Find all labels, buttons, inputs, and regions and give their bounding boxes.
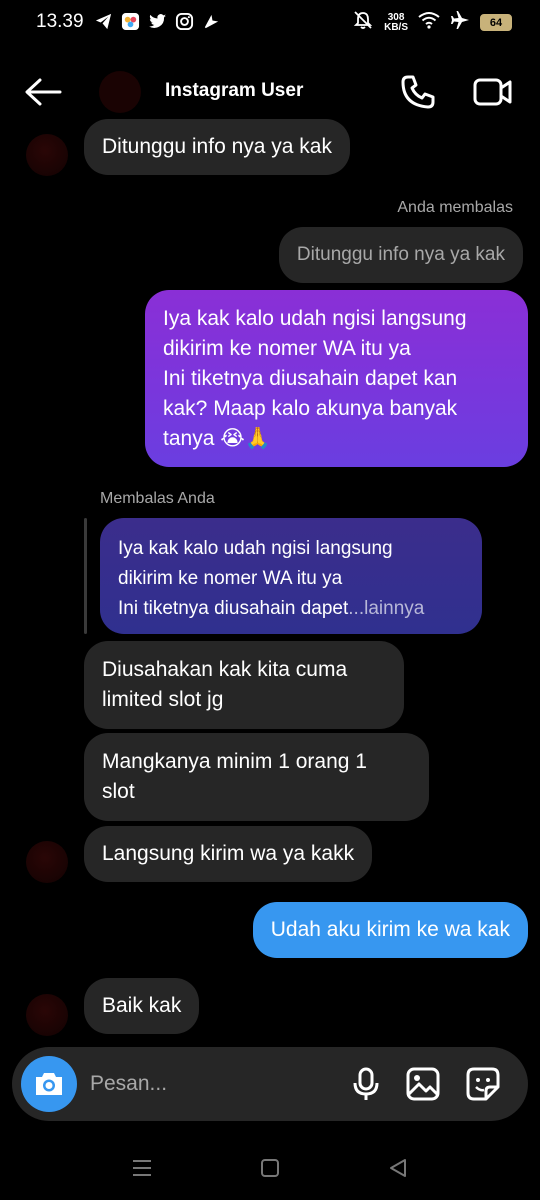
back-triangle-icon <box>390 1159 406 1177</box>
status-time: 13.39 <box>36 11 84 32</box>
reply-label: Anda membalas <box>397 199 513 216</box>
reply-indicator-line <box>84 518 87 634</box>
shortcut-app-icon <box>202 12 221 31</box>
sticker-button[interactable] <box>465 1066 501 1102</box>
reply-label: Membalas Anda <box>100 490 215 507</box>
message-bubble-incoming[interactable]: Baik kak <box>84 978 200 1034</box>
contact-avatar[interactable] <box>99 71 141 113</box>
airplane-icon <box>450 10 470 35</box>
see-more-link[interactable]: ...lainnya <box>348 598 424 619</box>
audio-call-button[interactable] <box>398 72 438 112</box>
message-input[interactable] <box>90 1069 330 1099</box>
replied-message-preview[interactable]: Ditunggu info nya ya kak <box>278 227 523 283</box>
message-bubble-outgoing[interactable]: Iya kak kalo udah ngisi langsung dikirim… <box>145 290 528 467</box>
camera-button[interactable] <box>21 1056 77 1112</box>
home-button[interactable] <box>258 1156 282 1180</box>
sender-avatar <box>26 134 68 176</box>
message-bubble-incoming[interactable]: Mangkanya minim 1 orang 1 slot <box>84 733 429 821</box>
system-status-icons: 308 KB/S 64 <box>352 10 512 35</box>
home-square-icon <box>261 1159 279 1177</box>
system-back-button[interactable] <box>386 1156 410 1180</box>
telegram-icon <box>94 12 113 31</box>
back-button[interactable] <box>22 72 64 112</box>
message-bubble-incoming[interactable]: Ditunggu info nya ya kak <box>84 119 350 175</box>
gallery-button[interactable] <box>405 1066 441 1102</box>
network-speed: 308 KB/S <box>384 11 408 33</box>
battery-indicator: 64 <box>480 14 512 31</box>
recent-apps-button[interactable] <box>130 1156 154 1180</box>
message-composer <box>12 1047 528 1121</box>
video-call-button[interactable] <box>472 72 514 112</box>
message-bubble-incoming[interactable]: Langsung kirim wa ya kakk <box>84 826 373 882</box>
mute-icon <box>352 10 374 35</box>
photos-app-icon <box>121 12 140 31</box>
sender-avatar <box>26 841 68 883</box>
camera-icon <box>36 1073 62 1095</box>
twitter-icon <box>148 12 167 31</box>
voice-message-button[interactable] <box>348 1066 384 1102</box>
contact-name[interactable]: Instagram User <box>165 80 303 102</box>
image-icon <box>406 1067 440 1101</box>
system-navigation-bar <box>0 1140 540 1200</box>
notification-icons <box>94 12 221 31</box>
sticker-icon <box>466 1067 500 1101</box>
microphone-icon <box>353 1067 379 1100</box>
message-bubble-incoming[interactable]: Diusahakan kak kita cuma limited slot jg <box>84 641 404 729</box>
status-bar: 13.39 308 KB/S 64 <box>0 0 540 48</box>
instagram-icon <box>175 12 194 31</box>
menu-icon <box>133 1160 151 1176</box>
message-bubble-outgoing[interactable]: Udah aku kirim ke wa kak <box>252 902 528 958</box>
quoted-message[interactable]: Iya kak kalo udah ngisi langsung dikirim… <box>100 518 482 634</box>
wifi-icon <box>418 11 440 34</box>
sender-avatar <box>26 994 68 1036</box>
chat-header: Instagram User <box>0 56 540 126</box>
